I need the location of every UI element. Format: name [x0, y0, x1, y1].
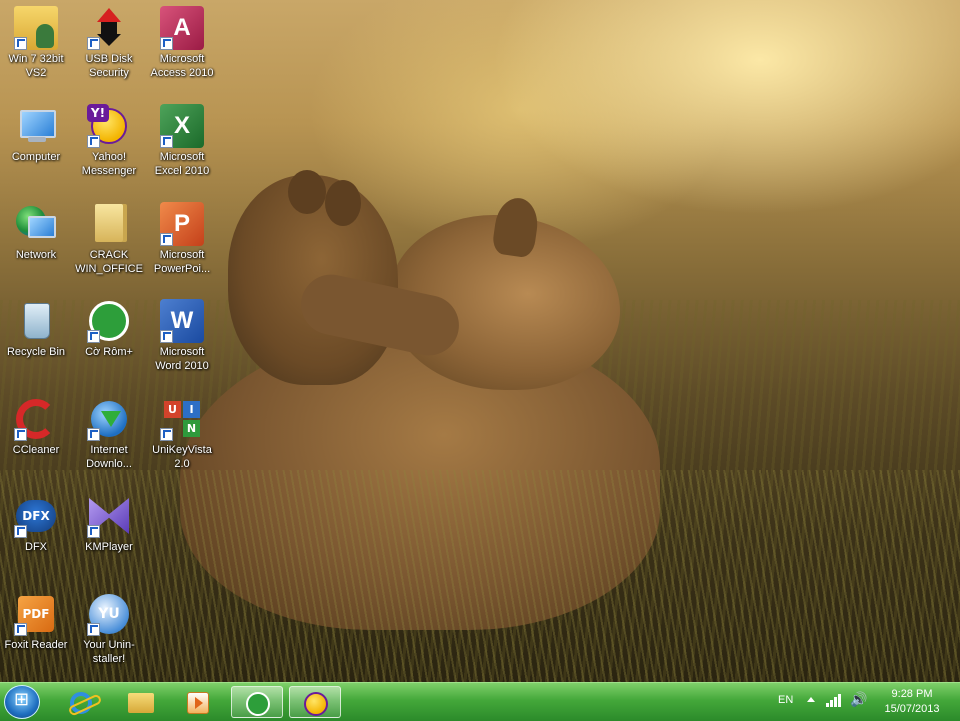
- internet-download-manager-icon: [87, 397, 131, 441]
- desktop-icon-label: CRACK WIN_OFFICE: [75, 249, 143, 275]
- shortcut-arrow-icon: [87, 623, 100, 636]
- desktop-icon-label: Cờ Rôm+: [85, 346, 133, 358]
- desktop-icon-your-uninstaller[interactable]: YU Your Unin-staller!: [73, 586, 145, 666]
- desktop-icon-label: Microsoft Word 2010: [155, 346, 209, 372]
- desktop-icon-label: USB Disk Security: [85, 53, 133, 79]
- desktop-icon-yahoo-messenger[interactable]: Y! Yahoo! Messenger: [73, 98, 145, 178]
- volume-icon[interactable]: 🔊: [850, 692, 867, 708]
- shortcut-arrow-icon: [87, 525, 100, 538]
- wallpaper-cub-ear: [325, 180, 361, 226]
- desktop-icon-unikey[interactable]: U I N UniKeyVista 2.0: [146, 391, 218, 471]
- wallpaper-cub-ear: [288, 170, 326, 214]
- desktop-icon-crack-win-office[interactable]: CRACK WIN_OFFICE: [73, 196, 145, 276]
- shortcut-arrow-icon: [14, 525, 27, 538]
- desktop-icon-label: CCleaner: [12, 444, 60, 456]
- access-icon: A: [160, 6, 204, 50]
- desktop-icon-internet-download-manager[interactable]: Internet Downlo...: [73, 391, 145, 471]
- desktop-icon-dfx[interactable]: DFX DFX: [0, 488, 72, 554]
- desktop-icon-foxit-reader[interactable]: PDF Foxit Reader: [0, 586, 72, 652]
- shortcut-arrow-icon: [14, 428, 27, 441]
- coc-coc-icon: [87, 299, 131, 343]
- desktop-icon-win7[interactable]: Win 7 32bit VS2: [0, 0, 72, 80]
- kmplayer-icon: [87, 494, 131, 538]
- shortcut-arrow-icon: [87, 37, 100, 50]
- desktop-icon-label: Recycle Bin: [6, 346, 66, 358]
- shortcut-arrow-icon: [160, 428, 173, 441]
- clock-time: 9:28 PM: [891, 688, 933, 700]
- word-icon: W: [160, 299, 204, 343]
- clock[interactable]: 9:28 PM 15/07/2013: [872, 687, 952, 717]
- clock-date: 15/07/2013: [884, 703, 940, 715]
- powerpoint-icon: P: [160, 202, 204, 246]
- desktop-icon-label: Win 7 32bit VS2: [8, 53, 64, 79]
- yahoo-messenger-icon: Y!: [87, 104, 131, 148]
- shortcut-arrow-icon: [160, 233, 173, 246]
- desktop-icon-word[interactable]: W Microsoft Word 2010: [146, 293, 218, 373]
- usb-disk-security-icon: [87, 6, 131, 50]
- taskbar-yahoo-messenger[interactable]: [289, 686, 341, 718]
- your-uninstaller-icon: YU: [87, 592, 131, 636]
- shortcut-arrow-icon: [14, 37, 27, 50]
- excel-icon: X: [160, 104, 204, 148]
- foxit-reader-icon: PDF: [14, 592, 58, 636]
- internet-explorer-icon: [70, 692, 92, 714]
- shortcut-arrow-icon: [160, 330, 173, 343]
- desktop-icon-coc-coc[interactable]: Cờ Rôm+: [73, 293, 145, 359]
- shortcut-arrow-icon: [87, 135, 100, 148]
- network-icon: [14, 202, 58, 246]
- desktop-icon-label: Foxit Reader: [4, 639, 68, 651]
- yahoo-messenger-icon: [304, 692, 328, 716]
- desktop-icon-label: Internet Downlo...: [86, 444, 132, 470]
- unikey-icon: U I N: [160, 397, 204, 441]
- desktop-icon-label: Microsoft Excel 2010: [154, 151, 210, 177]
- desktop-icon-label: Microsoft PowerPoi...: [153, 249, 211, 275]
- shortcut-arrow-icon: [87, 330, 100, 343]
- desktop-icon-kmplayer[interactable]: KMPlayer: [73, 488, 145, 554]
- network-signal-icon[interactable]: [826, 693, 842, 707]
- desktop-icon-usb-disk-security[interactable]: USB Disk Security: [73, 0, 145, 80]
- desktop-icon-label: KMPlayer: [85, 541, 133, 553]
- taskbar-windows-explorer[interactable]: [115, 686, 167, 718]
- desktop-icon-access[interactable]: A Microsoft Access 2010: [146, 0, 218, 80]
- desktop-icon-computer[interactable]: Computer: [0, 98, 72, 164]
- user-folder-icon: [14, 6, 58, 50]
- desktop-icon-ccleaner[interactable]: CCleaner: [0, 391, 72, 457]
- desktop-icon-network[interactable]: Network: [0, 196, 72, 262]
- dfx-icon: DFX: [14, 494, 58, 538]
- coc-coc-icon: [246, 692, 270, 716]
- language-indicator[interactable]: EN: [778, 694, 793, 706]
- desktop-icon-label: DFX: [25, 541, 47, 553]
- taskbar-media-player[interactable]: [172, 686, 224, 718]
- ccleaner-icon: [14, 397, 58, 441]
- desktop-wallpaper: Win 7 32bit VS2 Computer Network Recycle…: [0, 0, 960, 682]
- computer-icon: [14, 104, 58, 148]
- show-hidden-icons-icon[interactable]: [807, 697, 815, 702]
- start-button[interactable]: [4, 685, 40, 719]
- shortcut-arrow-icon: [160, 37, 173, 50]
- media-player-icon: [187, 692, 209, 714]
- shortcut-arrow-icon: [160, 135, 173, 148]
- desktop-icon-label: Network: [15, 249, 57, 261]
- taskbar: EN 🔊 9:28 PM 15/07/2013: [0, 682, 960, 721]
- shortcut-arrow-icon: [87, 428, 100, 441]
- taskbar-internet-explorer[interactable]: [56, 686, 108, 718]
- desktop-icon-excel[interactable]: X Microsoft Excel 2010: [146, 98, 218, 178]
- desktop-icon-label: Microsoft Access 2010: [150, 53, 214, 79]
- folder-icon: [87, 202, 131, 246]
- desktop-icon-label: Computer: [11, 151, 61, 163]
- shortcut-arrow-icon: [14, 623, 27, 636]
- taskbar-coc-coc[interactable]: [231, 686, 283, 718]
- desktop-icon-powerpoint[interactable]: P Microsoft PowerPoi...: [146, 196, 218, 276]
- desktop-icon-label: Your Unin-staller!: [83, 639, 135, 665]
- recycle-bin-icon: [14, 299, 58, 343]
- desktop-icon-label: Yahoo! Messenger: [81, 151, 137, 177]
- desktop-icon-recycle-bin[interactable]: Recycle Bin: [0, 293, 72, 359]
- desktop-icon-label: UniKeyVista 2.0: [152, 444, 212, 470]
- folder-icon: [128, 693, 154, 713]
